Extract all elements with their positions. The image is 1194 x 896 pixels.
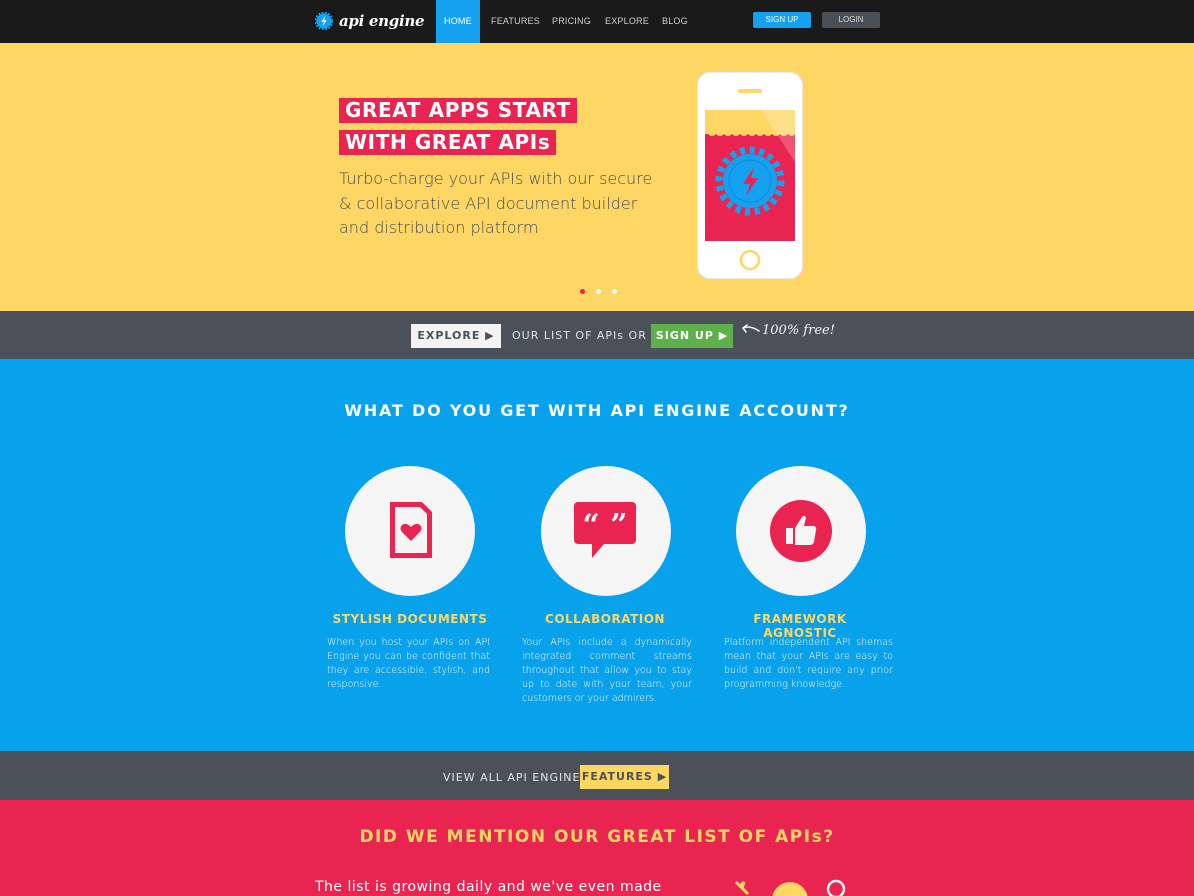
free-note: 100% free!	[762, 323, 835, 338]
hero-title-line1: GREAT APPS START	[339, 98, 577, 123]
carousel-dot[interactable]	[596, 289, 601, 294]
nav-blog[interactable]: BLOG	[662, 0, 688, 43]
feature-circle	[736, 466, 866, 596]
top-navbar: api engine HOME FEATURES PRICING EXPLORE…	[0, 0, 1194, 43]
features-title: WHAT DO YOU GET WITH API ENGINE ACCOUNT?	[344, 401, 850, 420]
api-list-section: DID WE MENTION OUR GREAT LIST OF APIs? T…	[0, 800, 1194, 896]
nav-features[interactable]: FEATURES	[491, 0, 540, 43]
logo[interactable]: api engine	[315, 11, 425, 31]
nav-pricing[interactable]: PRICING	[552, 0, 591, 43]
carousel-dot[interactable]	[580, 289, 585, 294]
hero-section: GREAT APPS START WITH GREAT APIs Turbo-c…	[0, 43, 1194, 311]
cta-bar: EXPLORE ▶ OUR LIST OF APIs OR SIGN UP ▶ …	[0, 311, 1194, 359]
gear-bolt-logo-icon	[315, 12, 333, 30]
features-button[interactable]: FEATURES ▶	[580, 765, 669, 789]
arrow-icon	[740, 322, 760, 341]
svg-text:“ ”: “ ”	[583, 508, 628, 543]
hero-title-line2: WITH GREAT APIs	[339, 130, 557, 155]
signup-cta-button[interactable]: SIGN UP ▶	[651, 324, 733, 348]
api-list-body: The list is growing daily and we've even…	[315, 879, 662, 895]
document-heart-icon	[390, 502, 432, 558]
carousel-dot[interactable]	[612, 289, 617, 294]
features-section: WHAT DO YOU GET WITH API ENGINE ACCOUNT?…	[0, 359, 1194, 751]
feature-desc: Platform independent API shemas mean tha…	[724, 637, 893, 690]
feature-circle: “ ”	[541, 466, 671, 596]
feature-title: STYLISH DOCUMENTS	[332, 612, 488, 626]
cta-middle-text: OUR LIST OF APIs OR	[512, 329, 647, 342]
nav-explore[interactable]: EXPLORE	[605, 0, 649, 43]
feature-desc: Your APIs include a dynamically integrat…	[522, 637, 692, 704]
features-bar-text: VIEW ALL API ENGINE	[443, 771, 581, 784]
quote-bubble-icon: “ ”	[574, 502, 636, 558]
feature-desc: When you host your APIs on API Engine yo…	[327, 637, 490, 690]
logo-text: api engine	[339, 12, 425, 30]
api-illustration-icon	[734, 879, 846, 896]
phone-illustration-icon	[697, 72, 803, 279]
signup-button[interactable]: SIGN UP	[753, 12, 811, 28]
api-list-title: DID WE MENTION OUR GREAT LIST OF APIs?	[359, 827, 835, 847]
hero-subtitle: Turbo-charge your APIs with our secure &…	[339, 169, 653, 237]
feature-title: COLLABORATION	[545, 612, 665, 626]
feature-circle	[345, 466, 475, 596]
nav-home[interactable]: HOME	[436, 0, 480, 43]
login-button[interactable]: LOGIN	[822, 12, 880, 28]
explore-button[interactable]: EXPLORE ▶	[411, 324, 501, 348]
thumbs-up-icon	[770, 500, 832, 562]
features-bar: VIEW ALL API ENGINE FEATURES ▶	[0, 751, 1194, 800]
